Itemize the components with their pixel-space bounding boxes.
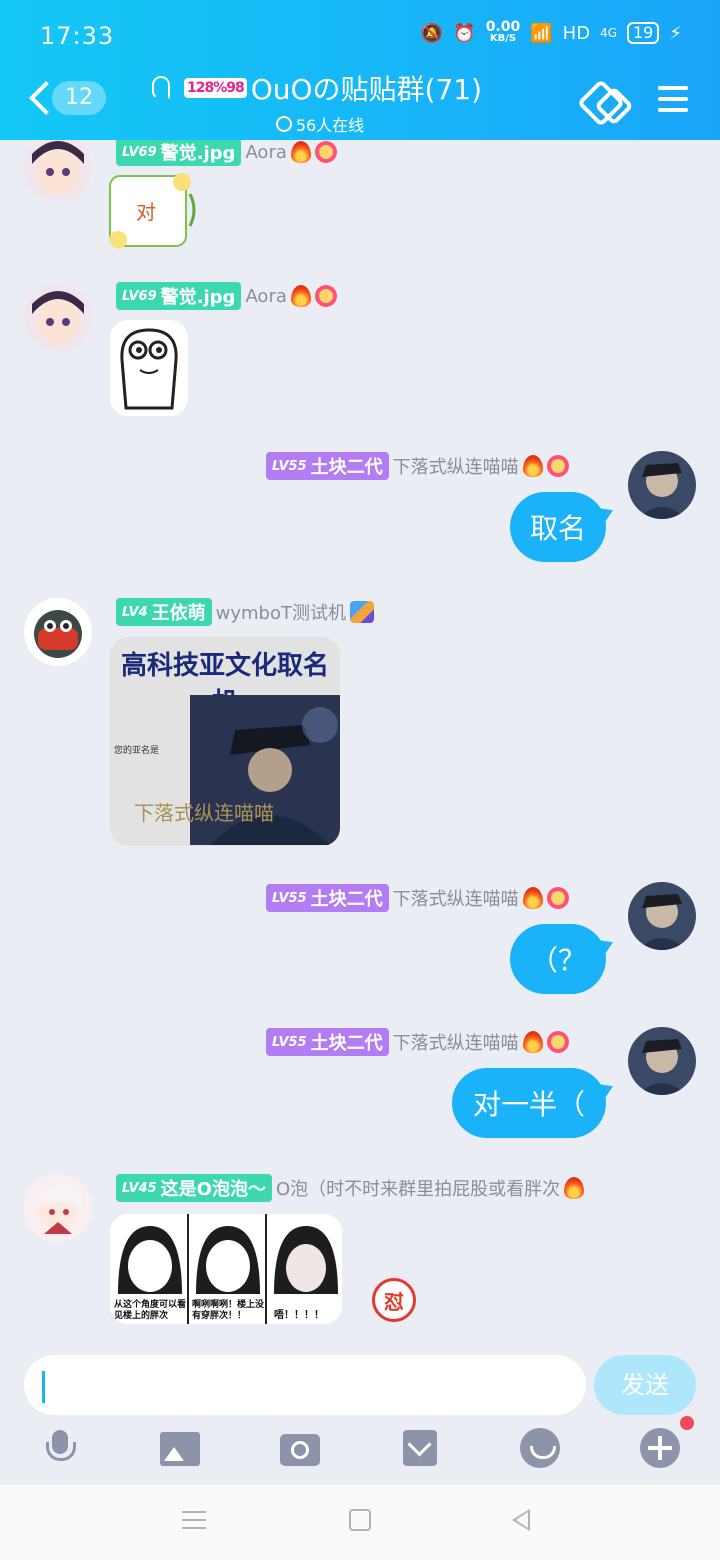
- fire-icon: [564, 1177, 585, 1199]
- sticker-text: 对: [136, 200, 156, 224]
- level-badge: LV55 土块二代: [266, 884, 389, 912]
- face-icon: [314, 141, 337, 163]
- fire-icon: [522, 1031, 543, 1053]
- group-logo: 128%98: [184, 78, 247, 98]
- system-nav-bar: [0, 1485, 720, 1560]
- name-generator-image[interactable]: 高科技亚文化取名机 您的亚名是 下落式纵连喵喵: [110, 637, 340, 846]
- level-badge: LV69 警觉.jpg: [116, 282, 242, 310]
- network-speed: 0.00 KB/S: [485, 19, 521, 44]
- sender-info: LV4 王依萌 wymboT测试机: [116, 598, 374, 626]
- recent-apps-button[interactable]: [182, 1509, 210, 1533]
- fire-icon: [522, 887, 543, 909]
- avatar[interactable]: [628, 451, 696, 519]
- reaction-badge[interactable]: 怼: [372, 1278, 416, 1322]
- battery-icon: 19: [627, 22, 660, 44]
- camera-icon[interactable]: [280, 1434, 320, 1466]
- sticker[interactable]: 对: [106, 170, 202, 250]
- panel-1-text: 从这个角度可以看见楼上的胖次: [114, 1300, 187, 1321]
- link-icon[interactable]: [580, 78, 624, 122]
- chat-header: 17:33 🔕 ⏰ 0.00 KB/S 📶 HD 4G 19 ⚡ 12 128%…: [0, 0, 720, 140]
- status-time: 17:33: [40, 22, 115, 50]
- wifi-icon: 📶: [530, 22, 553, 44]
- lamp-icon: [349, 601, 374, 623]
- plus-icon[interactable]: [640, 1428, 680, 1468]
- avatar[interactable]: [628, 1027, 696, 1095]
- message-list[interactable]: LV69 警觉.jpg Aora 对 LV69 警觉.jpg Aora LV55 土块…: [0, 140, 720, 1340]
- sender-info: LV55 土块二代 下落式纵连喵喵: [266, 1028, 569, 1056]
- avatar[interactable]: [628, 882, 696, 950]
- message-bubble[interactable]: 取名: [510, 492, 606, 562]
- mic-icon[interactable]: [40, 1428, 80, 1468]
- panel-2-text: 啊咧啊咧！楼上没有穿胖次！！: [192, 1300, 265, 1321]
- sticker[interactable]: [110, 320, 188, 416]
- online-icon: [275, 116, 292, 132]
- notification-dot: [680, 1416, 694, 1430]
- face-icon: [546, 887, 569, 909]
- fire-icon: [290, 285, 311, 307]
- level-badge: LV4 王依萌: [116, 598, 212, 626]
- hd-indicator: HD: [562, 22, 591, 44]
- message-bubble[interactable]: （？: [510, 924, 606, 994]
- ear-icon: [150, 74, 172, 102]
- sender-name: 下落式纵连喵喵: [392, 889, 519, 910]
- comic-image[interactable]: 从这个角度可以看见楼上的胖次 啊咧啊咧！楼上没有穿胖次！！ 唔！！！！: [110, 1214, 342, 1324]
- nav-bar: 12 128%98 OuOの贴贴群(71) 56人在线: [0, 66, 720, 140]
- fire-icon: [522, 455, 543, 477]
- image-label: 您的亚名是: [114, 746, 160, 756]
- face-icon: [546, 1031, 569, 1053]
- status-bar: 17:33 🔕 ⏰ 0.00 KB/S 📶 HD 4G 19 ⚡: [0, 0, 720, 72]
- envelope-icon[interactable]: [403, 1430, 437, 1466]
- input-toolbar: [0, 1416, 720, 1474]
- group-title[interactable]: 128%98 OuOの贴贴群(71) 56人在线: [150, 68, 490, 136]
- level-badge: LV55 土块二代: [266, 1028, 389, 1056]
- sender-info: LV45 这是O泡泡～ O泡（时不时来群里拍屁股或看胖次: [116, 1174, 585, 1202]
- online-status: 56人在线: [150, 112, 490, 136]
- smile-icon[interactable]: [520, 1428, 560, 1468]
- fire-icon: [290, 141, 311, 163]
- chevron-left-icon: [24, 78, 54, 118]
- send-button[interactable]: 发送: [594, 1355, 696, 1415]
- status-icons: 🔕 ⏰ 0.00 KB/S 📶 HD 4G 19 ⚡: [420, 19, 682, 44]
- sender-name: Aora: [245, 285, 287, 307]
- back-nav-button[interactable]: [512, 1509, 530, 1531]
- level-badge: LV69 警觉.jpg: [116, 140, 242, 166]
- avatar[interactable]: [24, 1174, 92, 1242]
- text-cursor: [42, 1371, 45, 1403]
- mute-icon: 🔕: [420, 22, 444, 44]
- image-result: 下落式纵连喵喵: [134, 801, 274, 825]
- signal-icon: 4G: [600, 26, 617, 40]
- menu-icon[interactable]: [656, 78, 690, 122]
- avatar[interactable]: [24, 598, 92, 666]
- level-badge: LV55 土块二代: [266, 452, 389, 480]
- image-icon[interactable]: [160, 1432, 200, 1466]
- charging-icon: ⚡: [669, 22, 682, 44]
- group-name: OuOの贴贴群(71): [250, 73, 483, 106]
- avatar[interactable]: [24, 140, 92, 202]
- message-input[interactable]: [24, 1355, 586, 1415]
- sender-name: Aora: [245, 141, 287, 163]
- face-icon: [546, 455, 569, 477]
- level-badge: LV45 这是O泡泡～: [116, 1174, 272, 1202]
- sender-info: LV69 警觉.jpg Aora: [116, 282, 337, 310]
- home-button[interactable]: [349, 1509, 371, 1531]
- sender-info: LV69 警觉.jpg Aora: [116, 140, 337, 166]
- alarm-icon: ⏰: [453, 22, 476, 44]
- sender-name: wymboT测试机: [215, 603, 346, 624]
- face-icon: [314, 285, 337, 307]
- sender-name: 下落式纵连喵喵: [392, 1033, 519, 1054]
- sender-info: LV55 土块二代 下落式纵连喵喵: [266, 452, 569, 480]
- panel-3-text: 唔！！！！: [274, 1310, 324, 1321]
- sender-name: 下落式纵连喵喵: [392, 457, 519, 478]
- message-bubble[interactable]: 对一半（: [452, 1068, 606, 1138]
- input-area: 发送: [0, 1340, 720, 1485]
- avatar[interactable]: [24, 284, 92, 352]
- sender-info: LV55 土块二代 下落式纵连喵喵: [266, 884, 569, 912]
- sender-name: O泡（时不时来群里拍屁股或看胖次: [275, 1179, 561, 1200]
- back-button[interactable]: 12: [24, 78, 106, 118]
